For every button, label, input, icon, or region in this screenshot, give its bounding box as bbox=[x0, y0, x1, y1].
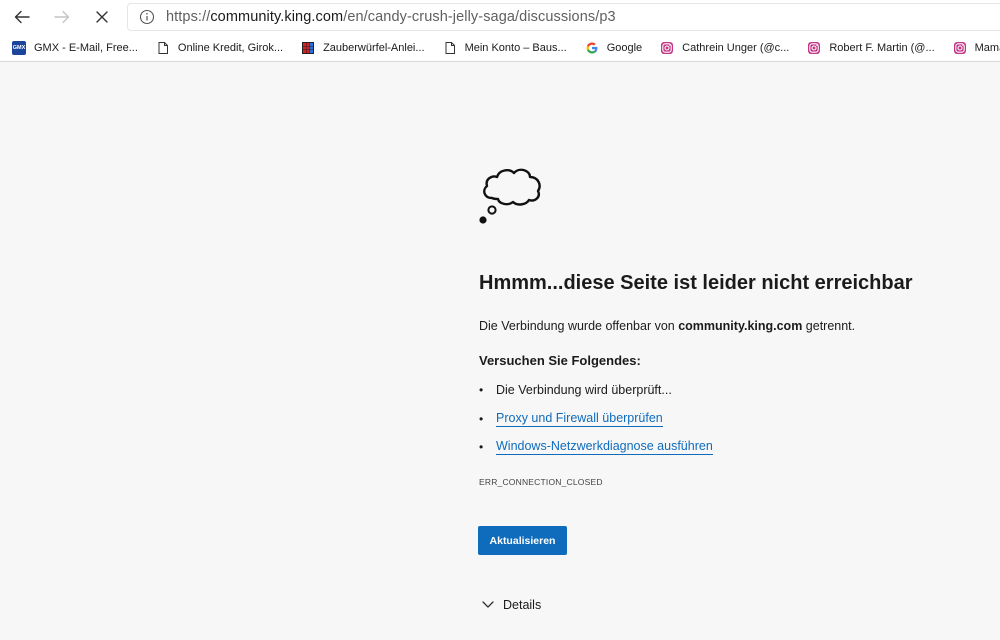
url-prefix: https:// bbox=[166, 9, 211, 25]
url-text[interactable]: https://community.king.com/en/candy-crus… bbox=[166, 9, 616, 25]
instagram-icon bbox=[953, 41, 966, 54]
browser-toolbar: https://community.king.com/en/candy-crus… bbox=[0, 0, 1000, 34]
url-path: /en/candy-crush-jelly-saga/discussions/p… bbox=[343, 9, 616, 25]
error-title: Hmmm...diese Seite ist leider nicht erre… bbox=[479, 272, 913, 294]
suggestion-proxy-firewall: • Proxy und Firewall überprüfen bbox=[479, 411, 663, 427]
desc-host: community.king.com bbox=[678, 319, 803, 333]
bookmark-label: Google bbox=[606, 41, 643, 54]
close-icon bbox=[96, 11, 108, 23]
bookmark-cathrein-unger[interactable]: Cathrein Unger (@c... bbox=[656, 36, 793, 60]
bookmark-label: Mamacat (@kein bbox=[974, 41, 1000, 54]
arrow-right-icon bbox=[54, 10, 70, 24]
bookmark-google[interactable]: Google bbox=[581, 36, 646, 60]
back-button[interactable] bbox=[4, 2, 40, 32]
arrow-left-icon bbox=[14, 10, 30, 24]
bookmark-mamacat[interactable]: Mamacat (@kein bbox=[949, 36, 1000, 60]
error-description: Die Verbindung wurde offenbar von commun… bbox=[479, 319, 855, 333]
forward-button[interactable] bbox=[44, 2, 80, 32]
stop-loading-button[interactable] bbox=[84, 2, 120, 32]
instagram-icon bbox=[808, 41, 821, 54]
refresh-button[interactable]: Aktualisieren bbox=[478, 526, 567, 555]
bookmark-online-kredit[interactable]: Online Kredit, Girok... bbox=[152, 36, 287, 60]
address-bar[interactable]: https://community.king.com/en/candy-crus… bbox=[127, 3, 1000, 31]
google-icon bbox=[586, 42, 598, 53]
bookmark-zauberwuerfel[interactable]: Zauberwürfel-Anlei... bbox=[297, 36, 429, 60]
network-diagnostics-link[interactable]: Windows-Netzwerkdiagnose ausführen bbox=[496, 439, 713, 455]
url-host: community.king.com bbox=[210, 9, 344, 25]
proxy-firewall-link[interactable]: Proxy und Firewall überprüfen bbox=[496, 411, 663, 427]
bookmark-label: Cathrein Unger (@c... bbox=[682, 41, 790, 54]
suggestion-text: Die Verbindung wird überprüft... bbox=[496, 383, 672, 397]
desc-text-end: getrennt. bbox=[802, 319, 856, 333]
bookmark-label: Zauberwürfel-Anlei... bbox=[323, 41, 425, 54]
rubiks-cube-icon bbox=[302, 41, 315, 54]
bookmark-label: Robert F. Martin (@... bbox=[829, 41, 935, 54]
gmx-icon: GMX bbox=[12, 40, 26, 55]
instagram-icon bbox=[661, 41, 674, 54]
info-icon[interactable] bbox=[139, 9, 155, 25]
bookmark-mein-konto[interactable]: Mein Konto – Baus... bbox=[439, 36, 571, 60]
suggestion-checking-connection: • Die Verbindung wird überprüft... bbox=[479, 383, 672, 397]
page-icon bbox=[445, 41, 455, 54]
thought-cloud-icon bbox=[479, 168, 541, 224]
bookmark-label: Mein Konto – Baus... bbox=[464, 41, 567, 54]
desc-text: Die Verbindung wurde offenbar von bbox=[479, 319, 679, 333]
bookmark-label: GMX - E-Mail, Free... bbox=[34, 41, 138, 54]
bullet: • bbox=[479, 412, 484, 426]
details-toggle[interactable]: Details bbox=[481, 598, 541, 612]
bookmarks-bar: GMX GMX - E-Mail, Free... Online Kredit,… bbox=[0, 34, 1000, 62]
chevron-down-icon bbox=[482, 601, 494, 608]
try-heading: Versuchen Sie Folgendes: bbox=[479, 353, 641, 368]
page-icon bbox=[158, 41, 168, 54]
details-label: Details bbox=[503, 598, 542, 612]
suggestion-network-diagnostics: • Windows-Netzwerkdiagnose ausführen bbox=[479, 439, 713, 455]
bookmark-gmx[interactable]: GMX GMX - E-Mail, Free... bbox=[8, 36, 142, 60]
bullet: • bbox=[479, 440, 484, 454]
bookmark-label: Online Kredit, Girok... bbox=[177, 41, 284, 54]
error-code: ERR_CONNECTION_CLOSED bbox=[479, 477, 603, 487]
bookmark-robert-martin[interactable]: Robert F. Martin (@... bbox=[803, 36, 938, 60]
bullet: • bbox=[479, 383, 484, 397]
error-page: Hmmm...diese Seite ist leider nicht erre… bbox=[0, 63, 1000, 640]
